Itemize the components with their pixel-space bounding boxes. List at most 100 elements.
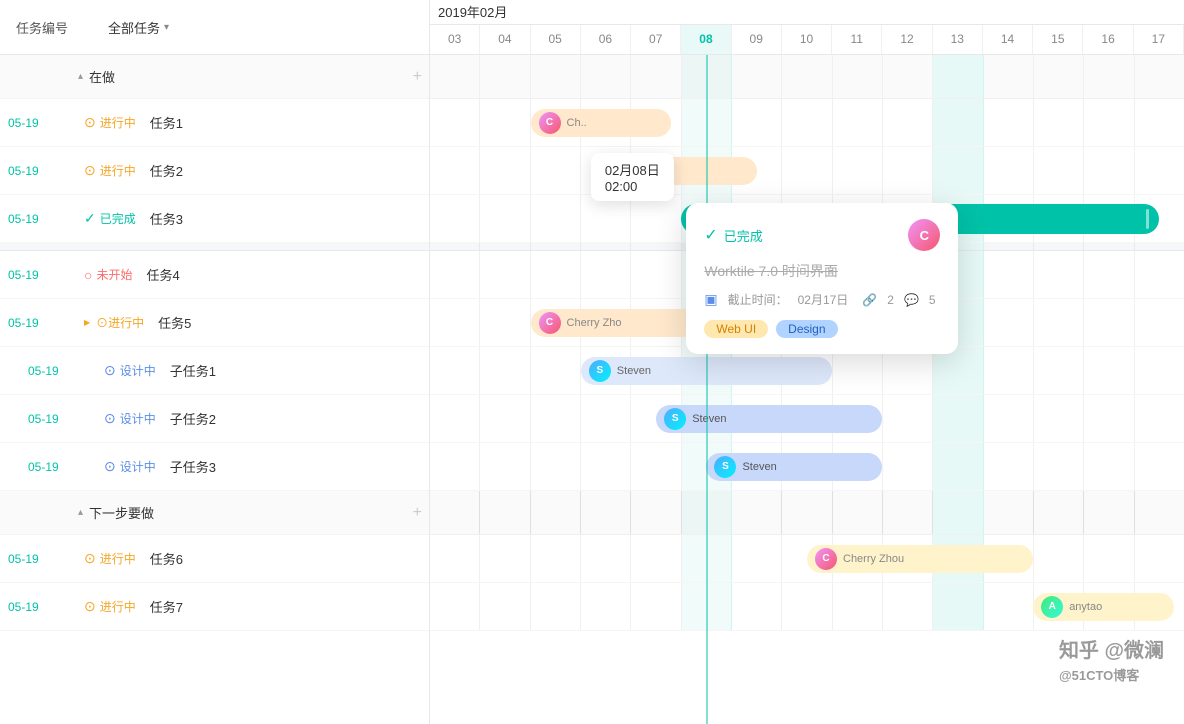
bar-subtask3[interactable]: S Steven: [706, 453, 882, 481]
group-arrow-zaizuo: ▴: [78, 71, 83, 82]
bar-task7[interactable]: A anytao: [1033, 593, 1174, 621]
task2-status[interactable]: ⊙进行中: [78, 160, 142, 181]
tooltip-deadline-label: 截止时间：: [728, 291, 788, 308]
group-row-zaizuo: ▴ 在做 +: [0, 55, 429, 99]
day-03: 03: [430, 25, 480, 54]
bar-subtask2-label: Steven: [692, 413, 726, 425]
bar-task3-end-handle[interactable]: [1146, 209, 1149, 229]
status-notstarted-icon: ○: [84, 267, 92, 283]
right-header: 2019年02月 03 04 05 06 07 08 09 10 11 12 1…: [430, 0, 1184, 54]
bar-task1-label: Ch..: [567, 117, 587, 129]
avatar-steven-subtask2: S: [664, 408, 686, 430]
tooltip-status-label: 已完成: [724, 226, 763, 245]
add-task-next-button[interactable]: +: [413, 504, 422, 522]
day-07: 07: [631, 25, 681, 54]
all-tasks-filter[interactable]: 全部任务 ▾: [108, 18, 169, 37]
task6-status[interactable]: ⊙进行中: [78, 548, 142, 569]
bg-group-zaizuo: [430, 55, 1184, 99]
task5-id: 05-19: [8, 316, 78, 330]
tag-webui[interactable]: Web UI: [704, 320, 768, 338]
bg-row-subtask3: S Steven: [430, 443, 1184, 491]
status-inprogress-icon5: ⊙: [84, 598, 96, 615]
group-label-zaizuo: ▴ 在做: [78, 67, 413, 86]
right-panel: C Ch.. C 02月08日 02:00: [430, 55, 1184, 724]
task3-tooltip: ✓ 已完成 C Worktile 7.0 时间界面 ▣ 截止时间： 02月17日…: [686, 203, 958, 354]
task1-name: 任务1: [150, 113, 183, 132]
day-09: 09: [732, 25, 782, 54]
task6-left: 05-19 ⊙进行中 任务6: [0, 535, 430, 582]
group-name-zaizuo: 在做: [89, 67, 115, 86]
chevron-down-icon: ▾: [164, 22, 169, 33]
tooltip-assignee-avatar: C: [908, 219, 940, 251]
avatar-steven-subtask1: S: [589, 360, 611, 382]
task-row-task3: 05-19 ✓已完成 任务3: [0, 195, 429, 243]
date-popup-date: 02月08日: [605, 160, 660, 179]
status-design-icon1: ⊙: [104, 362, 116, 379]
task5-left: 05-19 ▶⊙进行中 任务5: [0, 299, 430, 346]
date-popup: 02月08日 02:00: [591, 153, 674, 201]
group-left-zaizuo: ▴ 在做 +: [0, 55, 430, 98]
tooltip-attach-icon: 🔗: [862, 293, 877, 307]
status-design-icon3: ⊙: [104, 458, 116, 475]
bar-task1[interactable]: C Ch..: [531, 109, 672, 137]
bg-row-task2: C 02月08日 02:00: [430, 147, 1184, 195]
bar-subtask1-label: Steven: [617, 365, 651, 377]
group-arrow-next: ▴: [78, 507, 83, 518]
subtask2-id: 05-19: [28, 412, 98, 426]
task4-name: 任务4: [146, 265, 179, 284]
bg-row-task7: A anytao: [430, 583, 1184, 631]
subtask2-status[interactable]: ⊙设计中: [98, 408, 162, 429]
status-inprogress-icon2: ⊙: [84, 162, 96, 179]
bar-subtask1[interactable]: S Steven: [581, 357, 832, 385]
group-row-next: ▴ 下一步要做 +: [0, 491, 429, 535]
task-row-task2: 05-19 ⊙进行中 任务2: [0, 147, 429, 195]
day-04: 04: [480, 25, 530, 54]
add-task-zaizuo-button[interactable]: +: [413, 68, 422, 86]
bg-row-task1: C Ch..: [430, 99, 1184, 147]
task-row-subtask3: 05-19 ⊙设计中 子任务3: [0, 443, 429, 491]
task2-id: 05-19: [8, 164, 78, 178]
task-row-task5: 05-19 ▶⊙进行中 任务5: [0, 299, 429, 347]
day-08-today: 08: [681, 25, 731, 54]
subtask1-name: 子任务1: [170, 361, 216, 380]
tag-design[interactable]: Design: [776, 320, 837, 338]
task4-id: 05-19: [8, 268, 78, 282]
bg-row-subtask1: S Steven: [430, 347, 1184, 395]
tooltip-status-area: ✓ 已完成: [704, 225, 762, 245]
subtask3-status[interactable]: ⊙设计中: [98, 456, 162, 477]
all-tasks-label: 全部任务: [108, 18, 160, 37]
task1-left: 05-19 ⊙进行中 任务1: [0, 99, 430, 146]
bar-task6[interactable]: C Cherry Zhou: [807, 545, 1033, 573]
group-label-next: ▴ 下一步要做: [78, 503, 413, 522]
bg-row-subtask2: S Steven: [430, 395, 1184, 443]
bar-task5-label: Cherry Zho: [567, 317, 622, 329]
group-name-next: 下一步要做: [89, 503, 154, 522]
task-row-task6: 05-19 ⊙进行中 任务6: [0, 535, 429, 583]
task5-status[interactable]: ▶⊙进行中: [78, 312, 150, 333]
task-id-column-header: 任务编号: [16, 18, 68, 37]
tooltip-tags: Web UI Design: [704, 320, 940, 338]
bg-group-next: [430, 491, 1184, 535]
task1-id: 05-19: [8, 116, 78, 130]
left-panel: ▴ 在做 + 05-19 ⊙进行中 任务1 0: [0, 55, 430, 724]
task3-id: 05-19: [8, 212, 78, 226]
avatar-anytao-task7: A: [1041, 596, 1063, 618]
tooltip-deadline-value: 02月17日: [798, 291, 849, 308]
subtask1-status[interactable]: ⊙设计中: [98, 360, 162, 381]
task7-left: 05-19 ⊙进行中 任务7: [0, 583, 430, 630]
task3-status[interactable]: ✓已完成: [78, 208, 142, 229]
status-done-icon: ✓: [84, 210, 96, 227]
avatar-steven-subtask3: S: [714, 456, 736, 478]
day-16: 16: [1083, 25, 1133, 54]
tooltip-attach-count: 2: [887, 293, 894, 307]
bar-task7-label: anytao: [1069, 601, 1102, 613]
bar-task6-label: Cherry Zhou: [843, 553, 904, 565]
tooltip-task-title: Worktile 7.0 时间界面: [704, 261, 940, 281]
task4-status[interactable]: ○未开始: [78, 264, 138, 285]
bar-subtask2[interactable]: S Steven: [656, 405, 882, 433]
task7-name: 任务7: [150, 597, 183, 616]
task1-status[interactable]: ⊙进行中: [78, 112, 142, 133]
task7-status[interactable]: ⊙进行中: [78, 596, 142, 617]
subtask2-name: 子任务2: [170, 409, 216, 428]
task5-name: 任务5: [158, 313, 191, 332]
